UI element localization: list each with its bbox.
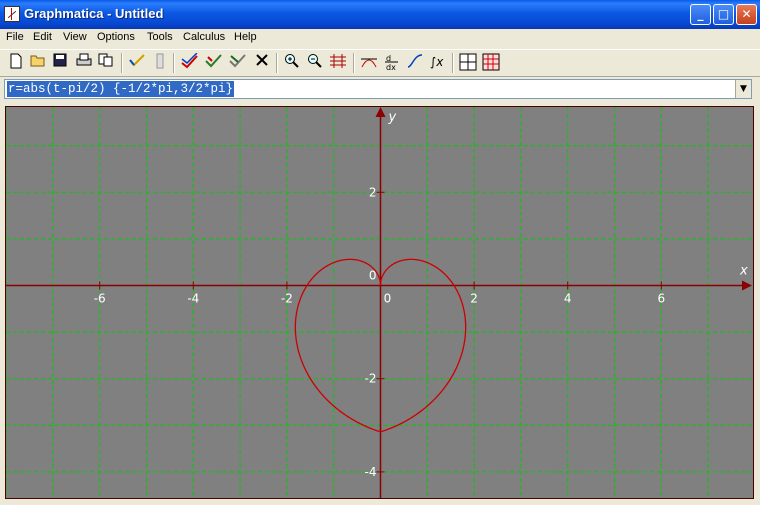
toolbar-separator [276, 53, 278, 73]
derivative-button[interactable]: d dx [382, 53, 402, 73]
menu-file[interactable]: File [6, 31, 24, 43]
maximize-icon: □ [717, 7, 730, 21]
redraw-all-button[interactable] [180, 52, 200, 73]
window-title: Graphmatica - Untitled [24, 6, 164, 21]
y-tick-label: 2 [369, 185, 377, 199]
menu-view[interactable]: View [63, 31, 87, 43]
minimize-icon: _ [697, 7, 704, 21]
zoom-in-icon [285, 54, 299, 68]
close-icon: ✕ [741, 7, 752, 21]
x-tick-label: 6 [657, 292, 665, 306]
equation-dropdown-button[interactable]: ▼ [735, 80, 751, 98]
new-file-button[interactable] [6, 53, 26, 73]
printer-icon [76, 53, 92, 66]
save-file-button[interactable] [50, 53, 70, 73]
x-tick-label: -4 [187, 292, 199, 306]
toolbar-separator [452, 53, 454, 73]
svg-text:∫x: ∫x [430, 55, 444, 69]
chevron-down-icon: ▼ [740, 84, 747, 94]
zoom-out-button[interactable] [305, 53, 325, 73]
equation-input[interactable]: r=abs(t-pi/2) {-1/2*pi,3/2*pi} ▼ [4, 79, 752, 99]
app-icon[interactable] [4, 6, 20, 22]
equation-text[interactable]: r=abs(t-pi/2) {-1/2*pi,3/2*pi} [7, 81, 235, 97]
zoom-in-button[interactable] [282, 53, 302, 73]
x-axis-label: x [739, 264, 748, 279]
stop-icon [156, 53, 164, 69]
redraw-selected-icon [205, 54, 222, 68]
menu-options[interactable]: Options [97, 31, 135, 43]
integral-icon: ∫x [430, 55, 444, 69]
data-plot-icon [482, 53, 500, 71]
delete-x-icon [256, 54, 268, 66]
tangent-icon [361, 58, 377, 68]
graph-plot[interactable]: -6 -4 -2 0 2 4 620-2-4xy [5, 107, 753, 498]
data-plot-button[interactable] [481, 53, 501, 73]
toolbar-separator [121, 53, 123, 73]
save-disk-icon [53, 53, 67, 67]
x-tick-label: 2 [470, 292, 478, 306]
inflection-button[interactable] [405, 53, 425, 73]
tangent-button[interactable] [359, 53, 379, 73]
svg-text:dx: dx [386, 63, 396, 71]
integral-button[interactable]: ∫x [428, 53, 448, 73]
delete-graph-button[interactable] [252, 53, 272, 73]
copy-icon [98, 53, 113, 67]
grid-range-icon [330, 54, 346, 68]
stop-button[interactable] [150, 53, 170, 73]
minimize-button[interactable]: _ [690, 4, 711, 25]
menu-bar: File Edit View Options Tools Calculus He… [0, 29, 760, 48]
derivative-icon: ddx [385, 54, 398, 72]
grid-range-button[interactable] [328, 53, 348, 73]
new-file-icon [10, 53, 22, 69]
menu-edit[interactable]: Edit [33, 31, 52, 43]
y-tick-label: -4 [365, 465, 377, 479]
zoom-out-icon [308, 54, 322, 68]
open-folder-icon [30, 55, 45, 67]
table-icon [459, 53, 477, 71]
toolbar: d dx ∫x [0, 49, 760, 77]
x-tick-label: 4 [564, 292, 572, 306]
close-button[interactable]: ✕ [736, 4, 757, 25]
y-axis-label: y [388, 110, 397, 125]
graph-area[interactable]: -6 -4 -2 0 2 4 6 2 0 -2 -4 x y [5, 106, 754, 499]
x-tick-label: 0 [384, 292, 392, 306]
y-tick-label: -2 [365, 372, 377, 386]
redraw-selected-button[interactable] [204, 53, 224, 73]
menu-help[interactable]: Help [234, 31, 257, 43]
maximize-button[interactable]: □ [713, 4, 734, 25]
toolbar-separator [173, 53, 175, 73]
x-tick-label: -2 [281, 292, 293, 306]
x-tick-label: -6 [94, 292, 106, 306]
redraw-icon [181, 52, 198, 69]
title-bar: Graphmatica - Untitled _ □ ✕ [0, 0, 760, 29]
checkmark-icon [129, 54, 145, 67]
open-file-button[interactable] [28, 53, 48, 73]
toolbar-separator [353, 53, 355, 73]
print-button[interactable] [74, 53, 94, 73]
plot-background [6, 107, 753, 498]
copy-button[interactable] [96, 53, 116, 73]
menu-calculus[interactable]: Calculus [183, 31, 225, 43]
inflection-icon [407, 54, 423, 68]
erase-icon [229, 54, 246, 68]
table-button[interactable] [458, 53, 478, 73]
draw-graph-button[interactable] [127, 53, 147, 73]
erase-graph-button[interactable] [228, 53, 248, 73]
menu-tools[interactable]: Tools [147, 31, 173, 43]
